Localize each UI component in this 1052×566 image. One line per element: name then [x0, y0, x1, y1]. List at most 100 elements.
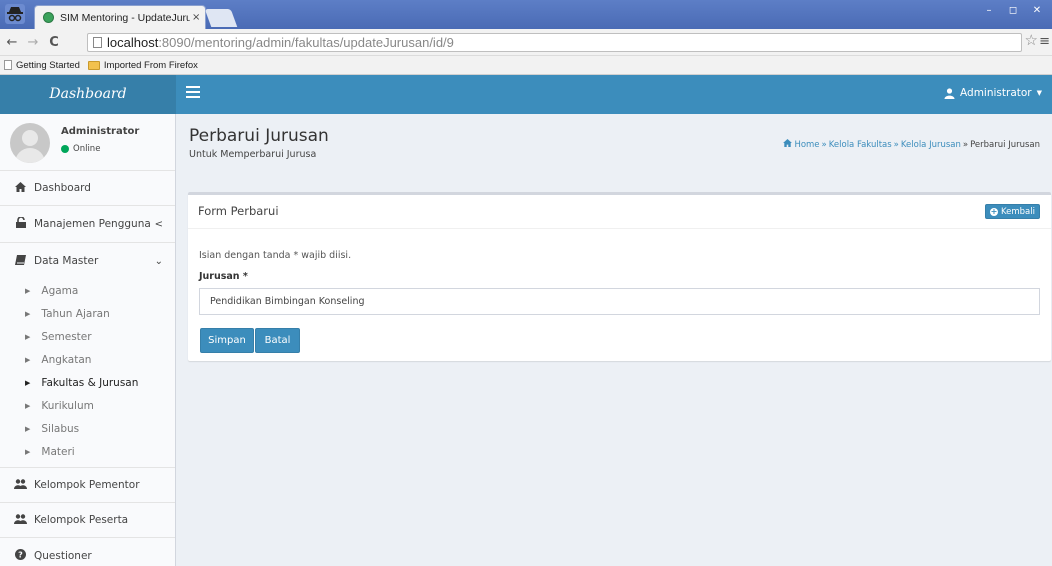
- submenu-label: Fakultas & Jurusan: [41, 376, 139, 389]
- new-tab-button[interactable]: [204, 9, 238, 27]
- submenu-item-kurikulum[interactable]: ▶ Kurikulum: [0, 394, 175, 417]
- breadcrumb-separator: »: [893, 139, 899, 150]
- submenu-item-tahun-ajaran[interactable]: ▶ Tahun Ajaran: [0, 302, 175, 325]
- breadcrumb-separator: »: [962, 139, 969, 150]
- submenu-item-silabus[interactable]: ▶ Silabus: [0, 417, 175, 440]
- bookmark-label: Getting Started: [16, 59, 80, 71]
- jurusan-input[interactable]: [199, 288, 1040, 315]
- breadcrumb: Home » Kelola Fakultas » Kelola Jurusan …: [783, 139, 1040, 150]
- folder-icon: [87, 60, 100, 70]
- status-label: Online: [73, 144, 101, 154]
- url-host: localhost: [107, 35, 159, 50]
- breadcrumb-separator: »: [821, 139, 827, 150]
- reload-icon[interactable]: C: [45, 35, 63, 50]
- sidebar-item-manajemen-pengguna[interactable]: Manajemen Pengguna <: [0, 206, 175, 243]
- browser-toolbar: ← → C localhost :8090/mentoring/admin/fa…: [0, 29, 1052, 56]
- sidebar-item-label: Data Master: [34, 255, 99, 267]
- sidebar: Administrator Online Dashboard Manajemen…: [0, 114, 176, 566]
- minimize-icon[interactable]: –: [978, 3, 1000, 19]
- bookmark-label: Imported From Firefox: [103, 59, 198, 71]
- home-icon: [783, 139, 793, 150]
- sidebar-item-label: Manajemen Pengguna: [34, 218, 151, 230]
- save-button[interactable]: Simpan: [200, 328, 254, 353]
- required-note: Isian dengan tanda * wajib diisi.: [199, 250, 352, 261]
- submenu-item-angkatan[interactable]: ▶ Angkatan: [0, 348, 175, 371]
- submenu-label: Materi: [41, 445, 75, 458]
- users-icon: [14, 478, 27, 492]
- cancel-button[interactable]: Batal: [255, 328, 300, 353]
- breadcrumb-kelola-jurusan[interactable]: Kelola Jurusan: [901, 140, 961, 150]
- user-panel: Administrator Online: [0, 114, 175, 171]
- forward-arrow-icon[interactable]: →: [24, 35, 42, 50]
- maximize-icon[interactable]: ◻: [1002, 3, 1024, 19]
- caret-down-icon: ▼: [1036, 89, 1042, 97]
- user-menu[interactable]: Administrator ▼: [944, 87, 1042, 99]
- breadcrumb-kelola-fakultas[interactable]: Kelola Fakultas: [829, 140, 892, 150]
- close-tab-icon[interactable]: ×: [192, 12, 200, 23]
- submenu-label: Angkatan: [41, 353, 92, 366]
- page-icon: [4, 60, 12, 70]
- browser-menu-icon[interactable]: ≡: [1039, 34, 1050, 49]
- sidebar-user-name: Administrator: [61, 126, 140, 137]
- caret-right-icon: ▶: [25, 401, 31, 410]
- status-badge: Online: [61, 144, 100, 154]
- caret-right-icon: ▶: [25, 424, 31, 433]
- sidebar-item-kelompok-pementor[interactable]: Kelompok Pementor: [0, 468, 175, 503]
- user-menu-label: Administrator: [960, 87, 1032, 99]
- page-title: Perbarui Jurusan: [189, 126, 329, 146]
- sidebar-item-dashboard[interactable]: Dashboard: [0, 171, 175, 206]
- bookmark-imported-folder[interactable]: Imported From Firefox: [87, 59, 198, 71]
- book-icon: [14, 254, 27, 268]
- sidebar-item-label: Kelompok Peserta: [34, 514, 129, 526]
- sidebar-toggle-icon[interactable]: [186, 86, 200, 99]
- window-controls: – ◻ ✕: [978, 3, 1048, 19]
- sidebar-item-label: Questioner: [34, 549, 92, 562]
- unlock-icon: [14, 216, 27, 231]
- form-title: Form Perbarui: [198, 204, 279, 218]
- caret-right-icon: ▶: [25, 309, 31, 318]
- browser-tab[interactable]: SIM Mentoring - UpdateJuru: ×: [34, 5, 206, 29]
- page-icon: [93, 37, 102, 48]
- app-header: Dashboard Administrator ▼: [0, 75, 1052, 114]
- back-arrow-icon[interactable]: ←: [3, 35, 21, 50]
- caret-right-icon: ▶: [25, 332, 31, 341]
- bookmarks-bar: Getting Started Imported From Firefox: [0, 56, 1052, 75]
- caret-right-icon: ▶: [25, 378, 31, 387]
- jurusan-label: Jurusan *: [199, 271, 248, 282]
- back-button-label: Kembali: [1001, 206, 1035, 217]
- globe-icon: [43, 12, 54, 23]
- sidebar-item-data-master[interactable]: Data Master ⌄: [0, 243, 175, 279]
- submenu-item-materi[interactable]: ▶ Materi: [0, 440, 175, 463]
- sidebar-item-kelompok-peserta[interactable]: Kelompok Peserta: [0, 503, 175, 538]
- submenu-item-agama[interactable]: ▶ Agama: [0, 279, 175, 302]
- submenu-label: Kurikulum: [41, 399, 94, 412]
- caret-right-icon: ▶: [25, 447, 31, 456]
- caret-right-icon: ▶: [25, 355, 31, 364]
- submenu-label: Agama: [41, 284, 79, 297]
- online-dot-icon: [61, 145, 69, 153]
- breadcrumb-home[interactable]: Home: [794, 140, 819, 150]
- sidebar-item-questioner[interactable]: ? Questioner: [0, 538, 175, 566]
- close-window-icon[interactable]: ✕: [1026, 3, 1048, 19]
- circle-plus-icon: +: [990, 206, 998, 216]
- url-path: :8090/mentoring/admin/fakultas/updateJur…: [158, 35, 454, 50]
- submenu-label: Silabus: [41, 422, 80, 435]
- form-box-header: Form Perbarui + Kembali: [188, 195, 1051, 229]
- avatar: [10, 123, 50, 163]
- user-icon: [944, 87, 955, 99]
- browser-titlebar: SIM Mentoring - UpdateJuru: × – ◻ ✕: [0, 0, 1052, 29]
- breadcrumb-current: Perbarui Jurusan: [970, 139, 1040, 150]
- submenu-item-semester[interactable]: ▶ Semester: [0, 325, 175, 348]
- chevron-left-icon: <: [154, 218, 163, 230]
- logo[interactable]: Dashboard: [0, 75, 176, 114]
- chevron-down-icon: ⌄: [154, 255, 163, 267]
- bookmark-getting-started[interactable]: Getting Started: [4, 60, 80, 71]
- bookmark-star-icon[interactable]: ☆: [1025, 31, 1038, 49]
- submenu-label: Tahun Ajaran: [41, 307, 110, 320]
- submenu-item-fakultas-jurusan[interactable]: ▶ Fakultas & Jurusan: [0, 371, 175, 394]
- submenu-label: Semester: [41, 330, 92, 343]
- home-icon: [14, 181, 27, 195]
- users-icon: [14, 513, 27, 527]
- address-bar[interactable]: localhost :8090/mentoring/admin/fakultas…: [87, 33, 1022, 52]
- back-button[interactable]: + Kembali: [985, 204, 1040, 219]
